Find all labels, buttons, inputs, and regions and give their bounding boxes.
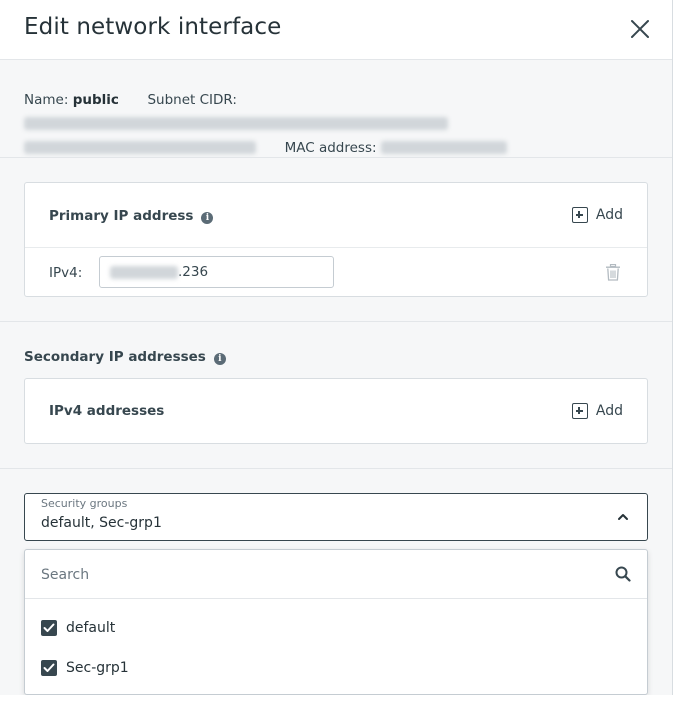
search-input[interactable] <box>41 562 601 588</box>
secondary-ip-title: Secondary IP addresses <box>24 349 206 365</box>
option-label: Sec-grp1 <box>66 660 129 676</box>
dialog-header: Edit network interface <box>0 0 672 60</box>
primary-ip-card: Primary IP address i Add IPv4: .236 <box>24 182 648 297</box>
mac-address-redacted <box>380 141 507 154</box>
trash-icon[interactable] <box>605 264 621 281</box>
row-separator <box>25 247 647 248</box>
subnet-cidr-redacted-cont <box>24 141 256 154</box>
add-secondary-ip-button[interactable]: Add <box>571 403 623 419</box>
info-icon[interactable]: i <box>213 353 226 365</box>
background-strip <box>0 695 673 706</box>
option-label: default <box>66 620 116 636</box>
interface-info: Name: public Subnet CIDR: MAC address: <box>24 88 654 160</box>
checkbox-checked-icon[interactable] <box>41 620 57 636</box>
option-sec-grp1[interactable]: Sec-grp1 <box>41 660 129 676</box>
option-default[interactable]: default <box>41 620 115 636</box>
add-primary-ip-label: Add <box>595 207 623 223</box>
name-label: Name: <box>24 92 69 108</box>
secondary-ip-card: IPv4 addresses Add <box>24 378 648 444</box>
search-icon[interactable] <box>615 566 631 582</box>
plus-square-icon <box>571 403 588 419</box>
plus-square-icon <box>571 207 588 223</box>
mac-address-label: MAC address: <box>284 140 377 156</box>
subnet-cidr-label: Subnet CIDR: <box>147 92 237 108</box>
dropdown-search <box>25 550 647 599</box>
ipv4-addresses-title: IPv4 addresses <box>49 403 165 419</box>
checkbox-checked-icon[interactable] <box>41 660 57 676</box>
ipv4-value: .236 <box>178 264 209 280</box>
primary-ip-title: Primary IP address <box>49 208 194 224</box>
close-icon[interactable] <box>627 16 653 42</box>
secondary-ip-title-wrap: Secondary IP addresses i <box>24 349 226 365</box>
security-groups-value: default, Sec-grp1 <box>41 515 162 531</box>
divider <box>0 157 672 158</box>
primary-ip-title-wrap: Primary IP address i <box>49 208 214 224</box>
add-primary-ip-button[interactable]: Add <box>571 207 623 223</box>
security-groups-select[interactable]: Security groups default, Sec-grp1 <box>24 493 648 541</box>
ipv4-label: IPv4: <box>49 265 83 281</box>
add-secondary-ip-label: Add <box>595 403 623 419</box>
divider <box>0 468 672 469</box>
security-groups-dropdown: default Sec-grp1 <box>24 549 648 695</box>
subnet-cidr-redacted <box>24 117 448 130</box>
name-value: public <box>72 92 119 108</box>
ipv4-input[interactable]: .236 <box>99 256 334 288</box>
info-icon[interactable]: i <box>201 212 214 224</box>
dialog-title: Edit network interface <box>24 14 282 40</box>
ipv4-redacted <box>110 265 178 279</box>
edit-network-interface-dialog: Edit network interface Name: public Subn… <box>0 0 673 695</box>
security-groups-label: Security groups <box>41 497 128 510</box>
divider <box>0 321 672 322</box>
chevron-up-icon <box>618 514 628 520</box>
